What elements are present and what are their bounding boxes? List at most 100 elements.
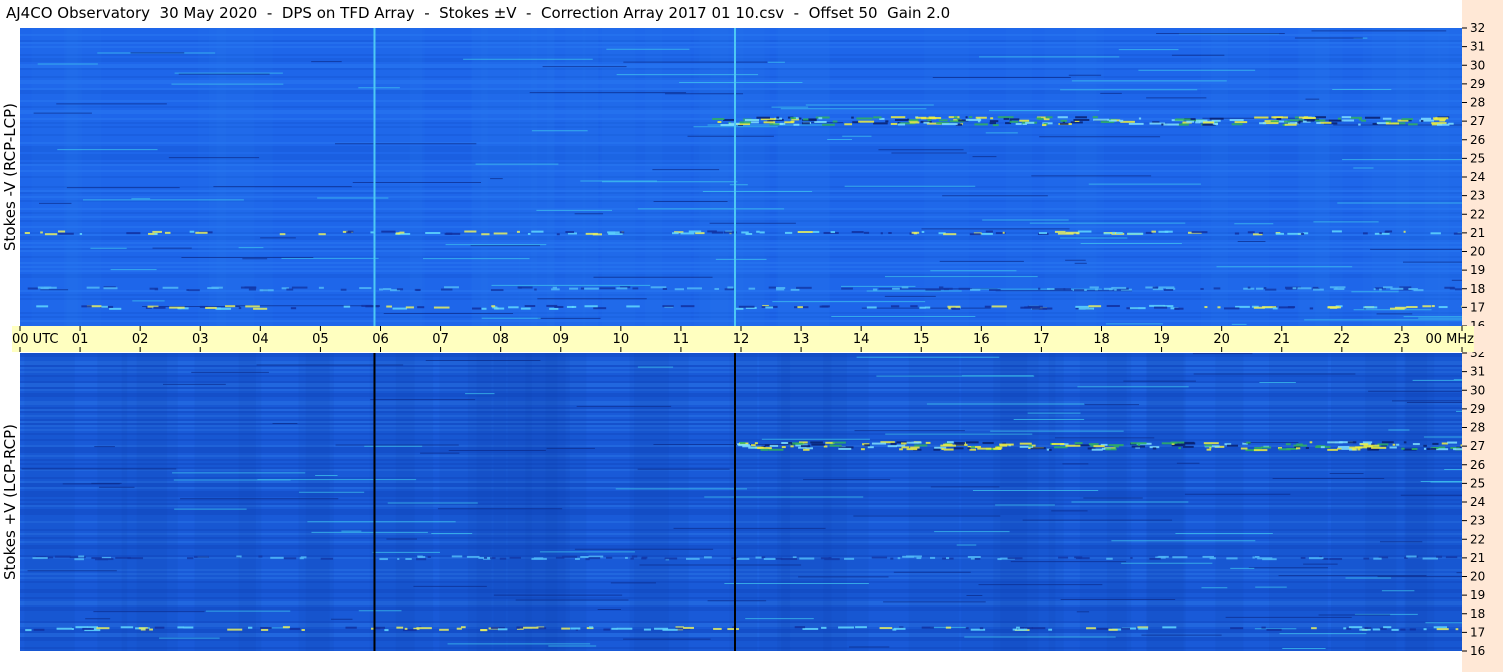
top-feature-17	[225, 305, 236, 308]
top-feature-17	[109, 307, 122, 310]
top-feature-27	[1382, 117, 1392, 120]
freq-tick-label: 26	[1470, 133, 1485, 147]
freq-tick-label: 16	[1470, 644, 1485, 658]
top-feature-21	[981, 232, 993, 235]
bottom-blotch	[136, 353, 178, 651]
bottom-feature-27	[977, 447, 992, 450]
bottom-feature-21	[1308, 557, 1324, 560]
top-feature-21	[797, 231, 813, 234]
top-feature-27	[844, 123, 853, 126]
top-feature-18	[662, 287, 668, 290]
top-feature-17	[386, 305, 392, 308]
bottom-feature-17.2	[183, 626, 194, 629]
bottom-feature-17.2	[439, 628, 449, 631]
top-feature-18	[580, 287, 585, 290]
bottom-feature-27	[757, 447, 772, 450]
bottom-feature-17.2	[727, 628, 740, 631]
top-feature-18	[1047, 287, 1055, 290]
top-feature-21	[1002, 231, 1005, 234]
top-feature-21	[1151, 230, 1156, 233]
bottom-feature-17.2	[497, 628, 508, 631]
bottom-feature-21	[32, 557, 48, 560]
top-feature-17	[821, 305, 830, 308]
bottom-feature-21	[736, 557, 750, 560]
time-tick-label: 12	[733, 332, 750, 347]
top-feature-18	[776, 288, 785, 291]
bottom-feature-21	[1149, 557, 1161, 560]
bottom-feature-17.2	[611, 627, 618, 630]
top-feature-18	[43, 286, 57, 289]
top-feature-21	[381, 230, 396, 233]
top-feature-27	[1316, 122, 1321, 125]
bottom-feature-27	[1305, 446, 1309, 449]
top-feature-27	[1186, 120, 1194, 123]
top-feature-18	[1455, 288, 1462, 291]
top-feature-27	[1092, 116, 1098, 119]
time-axis-left-margin	[0, 326, 12, 352]
bottom-feature-27	[1403, 441, 1407, 444]
top-feature-21	[1287, 232, 1303, 235]
bottom-feature-21	[906, 555, 922, 558]
bottom-panel-ylabel: Stokes +V (LCP-RCP)	[1, 353, 19, 651]
top-feature-18	[841, 287, 853, 290]
bottom-feature-17.2	[965, 627, 969, 630]
top-feature-21	[493, 232, 508, 235]
time-tick-label: 21	[1273, 332, 1290, 347]
top-feature-18	[989, 289, 1001, 292]
top-feature-21	[671, 232, 679, 235]
freq-tick-label: 17	[1470, 300, 1485, 314]
top-feature-21	[1038, 232, 1048, 235]
bottom-feature-27	[899, 448, 903, 451]
bottom-feature-27	[1367, 448, 1379, 451]
bottom-feature-17.2	[261, 628, 269, 631]
top-feature-21	[969, 233, 981, 236]
top-feature-27	[927, 119, 932, 122]
bottom-feature-17.2	[260, 626, 272, 629]
top-feature-21	[1103, 232, 1111, 235]
bottom-feature-21	[78, 555, 85, 558]
top-feature-27	[1075, 116, 1087, 119]
top-feature-21	[1362, 232, 1368, 235]
top-feature-27	[1401, 118, 1413, 121]
top-feature-21	[58, 232, 74, 235]
bottom-feature-27	[901, 442, 907, 445]
top-feature-27	[802, 118, 810, 121]
top-feature-27	[1202, 121, 1215, 124]
bottom-feature-17.2	[154, 626, 165, 629]
freq-tick-label: 17	[1470, 625, 1485, 639]
top-feature-21	[346, 231, 352, 234]
top-feature-21	[195, 231, 208, 234]
bottom-feature-27	[864, 444, 870, 447]
bottom-feature-27	[1362, 441, 1373, 444]
top-feature-18	[1063, 288, 1072, 291]
top-feature-21	[851, 231, 864, 234]
top-feature-17	[1422, 305, 1431, 308]
top-feature-27	[997, 116, 1014, 119]
top-feature-21	[1054, 230, 1066, 233]
top-feature-27	[769, 123, 780, 126]
top-feature-17	[405, 306, 414, 309]
bottom-feature-21	[54, 555, 71, 558]
top-feature-21	[399, 231, 405, 234]
top-feature-21	[79, 232, 83, 235]
top-feature-18	[1373, 288, 1376, 291]
top-feature-21	[985, 230, 993, 233]
top-feature-18	[1390, 287, 1404, 290]
freq-tick-label: 19	[1470, 263, 1485, 277]
top-feature-21	[481, 233, 490, 236]
bottom-blotch	[634, 353, 669, 651]
top-feature-21	[1077, 230, 1092, 233]
top-feature-27	[873, 116, 882, 119]
bottom-feature-17.2	[1348, 626, 1363, 629]
top-feature-17	[890, 305, 900, 308]
bottom-feature-21	[763, 557, 776, 560]
bottom-feature-27	[1088, 443, 1099, 446]
top-feature-18	[599, 287, 616, 290]
bottom-feature-27	[1260, 446, 1272, 449]
bottom-feature-17.2	[821, 626, 827, 629]
top-feature-17	[392, 307, 408, 310]
top-feature-27	[1138, 117, 1142, 120]
top-feature-21	[1191, 231, 1208, 234]
top-feature-18	[534, 288, 537, 291]
top-feature-21	[830, 231, 836, 234]
